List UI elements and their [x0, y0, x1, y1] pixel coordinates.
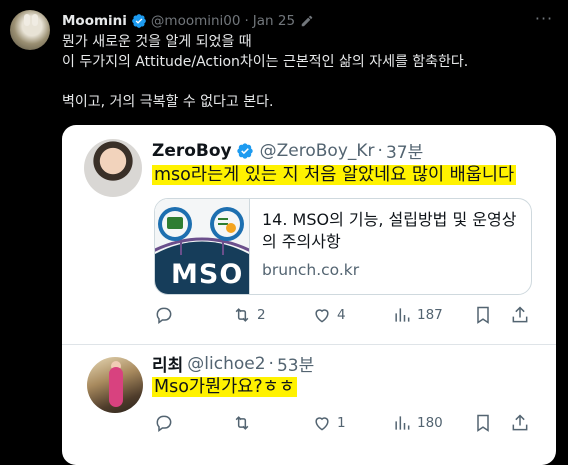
verified-badge-icon — [236, 142, 253, 159]
views-button[interactable]: 187 — [392, 305, 443, 325]
tweet-body: 뭔가 새로운 것을 알게 되었을 때 이 두가지의 Attitude/Actio… — [62, 32, 552, 112]
retweet-icon — [235, 416, 249, 430]
highlighted-text: mso라는게 있는 지 처음 알았네요 많이 배웁니다 — [152, 165, 517, 185]
like-button[interactable]: 1 — [312, 413, 346, 433]
like-button[interactable]: 4 — [312, 305, 346, 325]
views-button[interactable]: 180 — [392, 413, 443, 433]
mso-thumb-label: MSO — [171, 259, 244, 290]
quoted-text: mso라는게 있는 지 처음 알았네요 많이 배웁니다 — [152, 163, 517, 187]
like-count: 4 — [337, 307, 346, 323]
avatar-ear-right — [32, 14, 38, 26]
reply-text: Mso가뭔가요?ㅎㅎ — [152, 375, 297, 399]
lichoe-avatar[interactable] — [87, 357, 143, 413]
avatar-ear-left — [24, 14, 30, 26]
tweet-line-1: 뭔가 새로운 것을 알게 되었을 때 — [62, 34, 252, 50]
verified-badge-icon — [132, 14, 146, 28]
author-handle[interactable]: @moomini00 — [151, 13, 241, 29]
views-bar-chart-icon — [395, 416, 410, 430]
highlighted-text: Mso가뭔가요?ㅎㅎ — [152, 377, 297, 397]
embedded-screenshot-card[interactable]: ZeroBoy @ZeroBoy_Kr · 37분 mso라는게 있는 지 처음… — [62, 125, 556, 465]
tweet-line-3: 벽이고, 거의 극복할 수 없다고 본다. — [62, 94, 274, 110]
link-title: 14. MSO의 기능, 설립방법 및 운영상의 주의사항 — [262, 210, 517, 251]
views-count: 180 — [417, 415, 443, 431]
reply-author-handle[interactable]: @lichoe2 — [187, 354, 265, 374]
reply-button[interactable] — [154, 413, 179, 433]
separator-dot: · — [244, 13, 249, 29]
quoted-author-handle[interactable]: @ZeroBoy_Kr — [260, 141, 375, 161]
separator-dot: · — [377, 140, 383, 161]
tweet-date[interactable]: Jan 25 — [253, 13, 295, 29]
share-upload-icon — [512, 414, 528, 431]
quoted-time[interactable]: 37분 — [386, 138, 423, 163]
bookmark-button[interactable] — [473, 305, 493, 325]
bookmark-icon — [477, 306, 489, 324]
separator-dot: · — [268, 353, 274, 374]
link-thumbnail: MSO — [155, 199, 250, 294]
share-upload-icon — [512, 306, 528, 323]
quoted-author-name[interactable]: ZeroBoy — [152, 141, 232, 161]
retweet-icon — [235, 308, 249, 322]
avatar-figure-body — [109, 367, 123, 407]
author-avatar[interactable] — [10, 10, 50, 50]
reply-button[interactable] — [154, 305, 179, 325]
quoted-header: ZeroBoy @ZeroBoy_Kr · 37분 — [152, 138, 423, 164]
retweet-count: 2 — [257, 307, 266, 323]
reply-bubble-icon — [156, 415, 172, 432]
like-count: 1 — [337, 415, 346, 431]
bookmark-icon — [477, 414, 489, 432]
heart-icon — [315, 309, 329, 323]
views-bar-chart-icon — [395, 308, 410, 322]
reply-header: 리최 @lichoe2 · 53분 — [152, 351, 314, 377]
pencil-edit-icon[interactable] — [300, 14, 314, 28]
tweet-header: Moomini @moomini00 · Jan 25 — [62, 12, 314, 30]
link-preview-card[interactable]: MSO 14. MSO의 기능, 설립방법 및 운영상의 주의사항 brunch… — [154, 198, 532, 295]
reply-time[interactable]: 53분 — [277, 351, 314, 376]
reply-author-name[interactable]: 리최 — [152, 351, 183, 376]
views-count: 187 — [417, 307, 443, 323]
link-domain: brunch.co.kr — [262, 261, 360, 279]
bookmark-button[interactable] — [473, 413, 493, 433]
author-name[interactable]: Moomini — [62, 13, 127, 29]
retweet-button[interactable]: 2 — [232, 305, 266, 325]
retweet-button[interactable] — [232, 413, 257, 433]
share-button[interactable] — [510, 305, 530, 325]
tweet-line-2: 이 두가지의 Attitude/Action차이는 근본적인 삶의 자세를 함축… — [62, 54, 469, 70]
share-button[interactable] — [510, 413, 530, 433]
reply-bubble-icon — [156, 307, 172, 324]
reply-divider — [62, 344, 556, 345]
more-dots-icon[interactable]: ··· — [534, 11, 554, 32]
zeroboy-avatar[interactable] — [84, 139, 142, 197]
heart-icon — [315, 417, 329, 431]
